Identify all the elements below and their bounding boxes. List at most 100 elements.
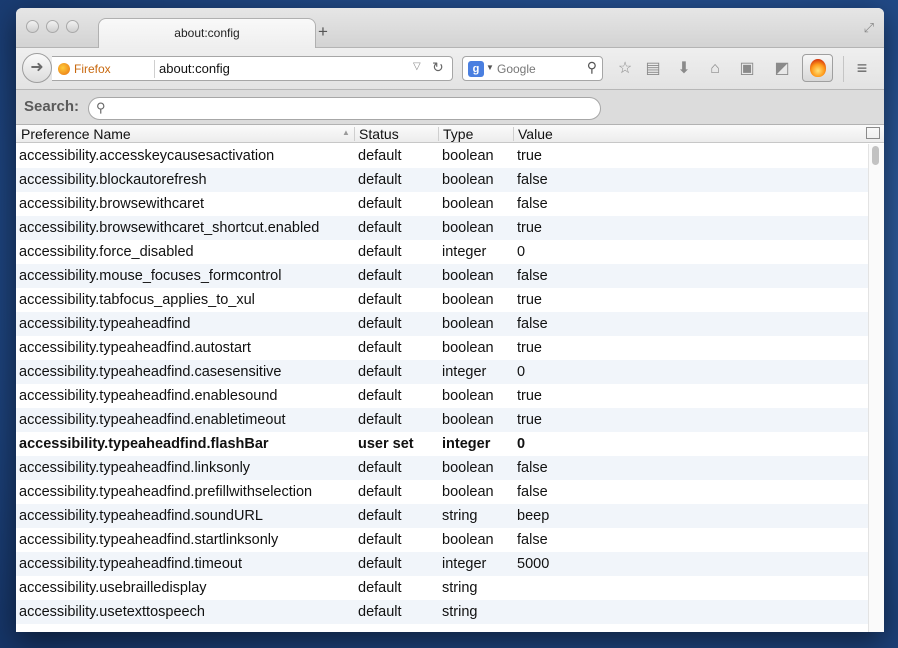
pref-type: integer	[442, 244, 487, 260]
downloads-icon[interactable]: ⬇	[673, 58, 695, 80]
screenshot-icon[interactable]: ◩	[771, 58, 793, 80]
pref-status: user set	[358, 436, 414, 452]
table-row[interactable]: accessibility.typeaheadfind.startlinkson…	[16, 528, 868, 552]
table-row[interactable]: accessibility.mouse_focuses_formcontrol d…	[16, 264, 868, 288]
pref-value: true	[517, 148, 542, 164]
navigation-toolbar: ➜ Firefox about:config ▽ ↻ g ▼ Google ⚲ …	[16, 48, 884, 90]
preferences-table-body[interactable]: accessibility.accesskeycausesactivation d…	[16, 144, 868, 632]
table-row[interactable]: accessibility.blockautorefresh default boo…	[16, 168, 868, 192]
table-row[interactable]: accessibility.typeaheadfind.prefillwiths…	[16, 480, 868, 504]
search-icon[interactable]: ⚲	[587, 59, 597, 76]
pref-name: accessibility.typeaheadfind.linksonly	[19, 460, 251, 476]
table-row[interactable]: accessibility.typeaheadfind.enablesound d…	[16, 384, 868, 408]
pref-type: boolean	[442, 388, 494, 404]
pref-name: accessibility.typeaheadfind.flashBar	[19, 436, 269, 452]
pref-value: false	[517, 316, 548, 332]
table-row[interactable]: accessibility.usebrailledisplay default st…	[16, 576, 868, 600]
table-row[interactable]: accessibility.tabfocus_applies_to_xul def…	[16, 288, 868, 312]
identity-box[interactable]: Firefox	[58, 61, 111, 77]
pref-type: boolean	[442, 148, 494, 164]
search-placeholder: Google	[497, 62, 536, 76]
back-button[interactable]: ➜	[22, 53, 52, 83]
pref-name: accessibility.usetexttospeech	[19, 604, 205, 620]
table-row[interactable]: accessibility.typeaheadfind.timeout defau…	[16, 552, 868, 576]
table-row[interactable]: accessibility.accesskeycausesactivation d…	[16, 144, 868, 168]
firefox-identity-icon	[58, 63, 70, 75]
table-row[interactable]: accessibility.usetexttospeech default stri…	[16, 600, 868, 624]
bookmark-star-icon[interactable]: ☆	[614, 58, 636, 80]
bookmarks-menu-icon[interactable]: ▤	[642, 58, 664, 80]
pref-value: false	[517, 172, 548, 188]
reload-icon[interactable]: ↻	[432, 59, 444, 76]
addon-button[interactable]	[802, 54, 833, 82]
vertical-scrollbar[interactable]	[868, 144, 884, 632]
sync-icon[interactable]: ▣	[736, 58, 758, 80]
pref-status: default	[358, 556, 402, 572]
table-row[interactable]: accessibility.typeaheadfind.soundURL defa…	[16, 504, 868, 528]
pref-type: string	[442, 508, 478, 524]
pref-type: boolean	[442, 340, 494, 356]
toolbar-divider	[843, 56, 844, 82]
table-row[interactable]: accessibility.force_disabled default integ…	[16, 240, 868, 264]
pref-name: accessibility.typeaheadfind.timeout	[19, 556, 242, 572]
tab-about-config[interactable]: about:config	[98, 18, 316, 49]
new-tab-button[interactable]: +	[318, 22, 328, 42]
pref-status: default	[358, 196, 402, 212]
pref-status: default	[358, 172, 402, 188]
pref-name: accessibility.accesskeycausesactivation	[19, 148, 275, 164]
table-row[interactable]: accessibility.typeaheadfind.autostart def…	[16, 336, 868, 360]
table-row[interactable]: accessibility.typeaheadfind.enabletimeou…	[16, 408, 868, 432]
table-row[interactable]: accessibility.browsewithcaret default bool…	[16, 192, 868, 216]
table-row[interactable]: accessibility.typeaheadfind.linksonly def…	[16, 456, 868, 480]
tab-strip: about:config + ⤢	[16, 8, 884, 49]
url-bar[interactable]: Firefox about:config ▽ ↻	[52, 56, 453, 81]
close-window-button[interactable]	[26, 20, 39, 33]
google-icon[interactable]: g	[468, 61, 484, 77]
pref-status: default	[358, 364, 402, 380]
addon-flame-icon	[810, 59, 826, 77]
pref-name: accessibility.typeaheadfind.enabletimeou…	[19, 412, 286, 428]
zoom-window-button[interactable]	[66, 20, 79, 33]
pref-name: accessibility.mouse_focuses_formcontrol	[19, 268, 282, 284]
pref-value: true	[517, 388, 542, 404]
pref-status: default	[358, 220, 402, 236]
pref-type: boolean	[442, 532, 494, 548]
back-icon: ➜	[30, 59, 44, 76]
column-header-type[interactable]: Type	[439, 126, 473, 142]
config-search-input[interactable]: ⚲	[88, 97, 601, 120]
column-header-name[interactable]: Preference Name	[17, 126, 131, 142]
pref-name: accessibility.browsewithcaret	[19, 196, 205, 212]
pref-name: accessibility.tabfocus_applies_to_xul	[19, 292, 255, 308]
column-picker-icon[interactable]	[866, 127, 880, 139]
scrollbar-thumb[interactable]	[872, 146, 879, 165]
pref-value: false	[517, 532, 548, 548]
web-search-bar[interactable]: g ▼ Google ⚲	[462, 56, 603, 81]
pref-type: boolean	[442, 460, 494, 476]
url-text[interactable]: about:config	[159, 61, 230, 77]
table-row[interactable]: accessibility.typeaheadfind.flashBar user…	[16, 432, 868, 456]
column-header-value[interactable]: Value	[514, 126, 553, 142]
preferences-table-header: Preference Name ▲ Status Type Value	[16, 125, 884, 143]
pref-value: true	[517, 412, 542, 428]
pref-status: default	[358, 316, 402, 332]
column-header-status[interactable]: Status	[355, 126, 399, 142]
table-row[interactable]: accessibility.browsewithcaret_shortcut.e…	[16, 216, 868, 240]
home-icon[interactable]: ⌂	[704, 58, 726, 80]
tab-title: about:config	[174, 26, 240, 40]
engine-dropdown-icon[interactable]: ▼	[486, 63, 494, 72]
menu-icon[interactable]: ≡	[851, 58, 873, 78]
table-row[interactable]: accessibility.typeaheadfind default boolea…	[16, 312, 868, 336]
pref-status: default	[358, 532, 402, 548]
pref-value: 5000	[517, 556, 550, 572]
pref-type: boolean	[442, 412, 494, 428]
pref-type: integer	[442, 364, 487, 380]
dropmarker-icon[interactable]: ▽	[413, 61, 421, 72]
pref-value: false	[517, 196, 548, 212]
pref-type: boolean	[442, 292, 494, 308]
minimize-window-button[interactable]	[46, 20, 59, 33]
fullscreen-icon[interactable]: ⤢	[864, 20, 874, 36]
pref-name: accessibility.typeaheadfind.casesensitiv…	[19, 364, 282, 380]
pref-status: default	[358, 388, 402, 404]
table-row[interactable]: accessibility.typeaheadfind.casesensitiv…	[16, 360, 868, 384]
pref-status: default	[358, 268, 402, 284]
